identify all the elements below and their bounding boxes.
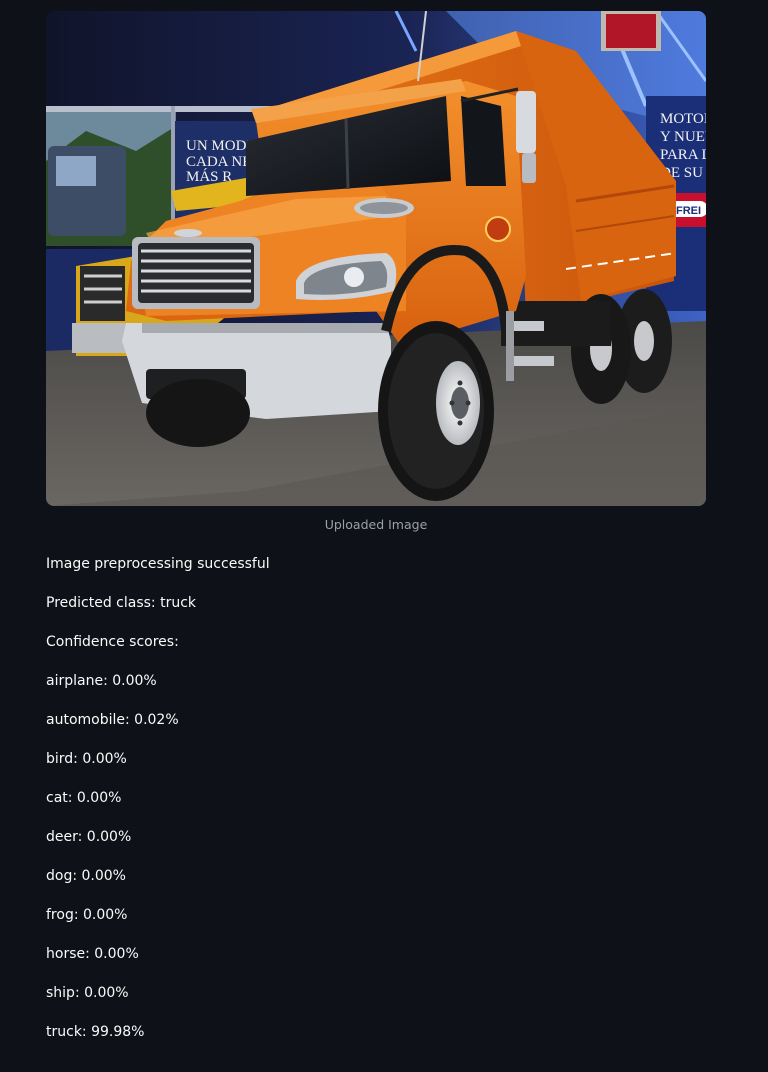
svg-text:MOTOR: MOTOR <box>660 111 706 127</box>
score-frog: frog: 0.00% <box>46 907 128 923</box>
confidence-header: Confidence scores: <box>46 634 179 650</box>
app-main: UN MODEL CADA NE MÁS R MOTOR Y NUEV PARA… <box>0 0 768 1072</box>
prediction-results: Image preprocessing successful Predicted… <box>46 553 706 1060</box>
score-bird: bird: 0.00% <box>46 751 127 767</box>
svg-text:Y NUEV: Y NUEV <box>660 129 706 145</box>
svg-text:CADA NE: CADA NE <box>186 154 251 170</box>
score-ship: ship: 0.00% <box>46 985 129 1001</box>
score-automobile: automobile: 0.02% <box>46 712 179 728</box>
svg-text:PARA L: PARA L <box>660 147 706 163</box>
preprocessing-status: Image preprocessing successful <box>46 556 270 572</box>
score-deer: deer: 0.00% <box>46 829 132 845</box>
uploaded-image: UN MODEL CADA NE MÁS R MOTOR Y NUEV PARA… <box>46 11 706 506</box>
score-truck: truck: 99.98% <box>46 1024 145 1040</box>
svg-text:FREI: FREI <box>676 205 701 217</box>
score-airplane: airplane: 0.00% <box>46 673 157 689</box>
image-caption: Uploaded Image <box>324 517 428 532</box>
predicted-class: Predicted class: truck <box>46 595 197 611</box>
score-horse: horse: 0.00% <box>46 946 139 962</box>
image-block: UN MODEL CADA NE MÁS R MOTOR Y NUEV PARA… <box>46 11 706 532</box>
score-cat: cat: 0.00% <box>46 790 122 806</box>
score-dog: dog: 0.00% <box>46 868 126 884</box>
